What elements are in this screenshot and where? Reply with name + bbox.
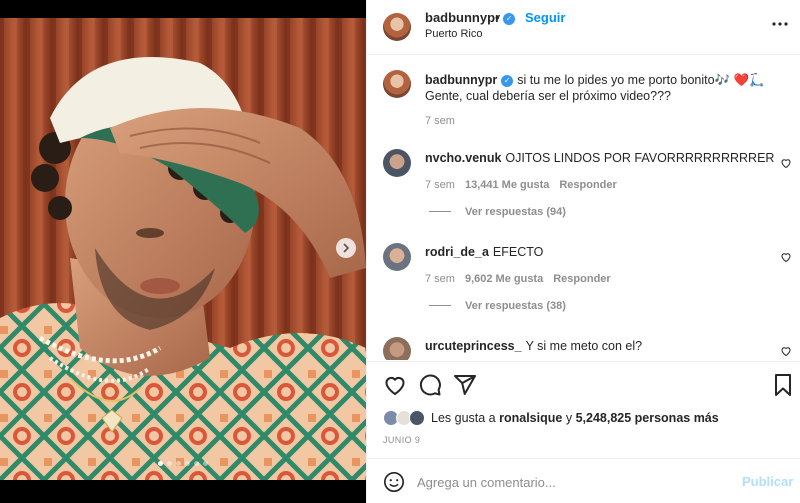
verified-badge-icon: ✓ (501, 75, 514, 87)
avatar[interactable] (383, 337, 411, 360)
view-replies-button[interactable]: Ver respuestas (94) (429, 206, 566, 218)
carousel-dot (158, 461, 163, 466)
follow-button[interactable]: Seguir (525, 10, 565, 25)
share-paper-plane-icon[interactable] (453, 373, 477, 397)
avatar[interactable] (383, 70, 411, 98)
comment-text: OJITOS LINDOS POR FAVORRRRRRRRRRER (505, 151, 775, 165)
post-media (0, 0, 366, 503)
comment-text: Y si me meto con el? (525, 339, 643, 353)
heart-outline-icon[interactable] (780, 157, 792, 169)
save-bookmark-icon[interactable] (771, 373, 795, 397)
avatar[interactable] (383, 13, 411, 41)
liker-avatars[interactable] (383, 410, 427, 426)
likes-summary: Les gusta a ronalsique y 5,248,825 perso… (383, 410, 719, 426)
carousel-dot (176, 461, 181, 466)
likes-connector: y (565, 411, 573, 425)
comment-likes[interactable]: 13,441 Me gusta (465, 179, 549, 191)
likes-others[interactable]: 5,248,825 personas más (576, 411, 719, 425)
comment-timestamp[interactable]: 7 sem (425, 273, 455, 285)
carousel-dot (203, 461, 208, 466)
header-username[interactable]: badbunnypr (425, 10, 500, 25)
comment-likes[interactable]: 9,602 Me gusta (465, 273, 543, 285)
post-actions: Les gusta a ronalsique y 5,248,825 perso… (367, 361, 800, 458)
caption-text-line1: si tu me lo pides yo me porto bonito🎶 ❤️… (517, 73, 765, 87)
comment-username[interactable]: nvcho.venuk (425, 151, 501, 165)
separator-dot: • (495, 10, 500, 25)
more-horizontal-icon (772, 22, 788, 26)
heart-outline-icon[interactable] (780, 345, 792, 357)
comment-username[interactable]: rodri_de_a (425, 245, 489, 259)
reply-button[interactable]: Responder (553, 273, 610, 285)
emoji-icon[interactable] (383, 471, 405, 493)
comment-username[interactable]: urcuteprincess_ (425, 339, 522, 353)
post-date[interactable]: JUNIO 9 (383, 435, 420, 445)
verified-badge-icon: ✓ (503, 13, 516, 25)
post-comment-button[interactable]: Publicar (742, 474, 793, 489)
caption-text-line2: Gente, cual debería ser el próximo video… (425, 89, 671, 103)
comment-timestamp[interactable]: 7 sem (425, 179, 455, 191)
avatar[interactable] (383, 149, 411, 177)
post-panel: badbunnypr ✓ • Seguir Puerto Rico badbunn… (366, 0, 800, 503)
comments-list[interactable]: badbunnypr ✓ si tu me lo pides yo me porto… (367, 56, 800, 360)
next-slide-button[interactable] (336, 238, 356, 258)
comment-text: EFECTO (492, 245, 544, 259)
carousel-dot (194, 461, 199, 466)
like-heart-icon[interactable] (383, 373, 407, 397)
caption-username[interactable]: badbunnypr (425, 73, 497, 87)
location-link[interactable]: Puerto Rico (425, 28, 482, 40)
carousel-dot (185, 461, 190, 466)
add-comment-bar: Publicar (367, 458, 800, 503)
heart-outline-icon[interactable] (780, 251, 792, 263)
more-options-button[interactable] (770, 14, 790, 34)
likes-prefix: Les gusta a (431, 411, 496, 425)
comment-bubble-icon[interactable] (418, 373, 442, 397)
chevron-right-icon (343, 243, 350, 253)
post-header: badbunnypr ✓ • Seguir Puerto Rico (367, 0, 800, 55)
post-photo[interactable] (0, 18, 366, 480)
instagram-post: badbunnypr ✓ • Seguir Puerto Rico badbunn… (0, 0, 800, 503)
carousel-indicator (0, 461, 366, 466)
comment-input[interactable] (417, 472, 717, 492)
reply-button[interactable]: Responder (559, 179, 616, 191)
view-replies-button[interactable]: Ver respuestas (38) (429, 300, 566, 312)
liker-username[interactable]: ronalsique (499, 411, 562, 425)
carousel-dot (167, 461, 172, 466)
avatar[interactable] (383, 243, 411, 271)
caption-timestamp[interactable]: 7 sem (425, 115, 455, 127)
